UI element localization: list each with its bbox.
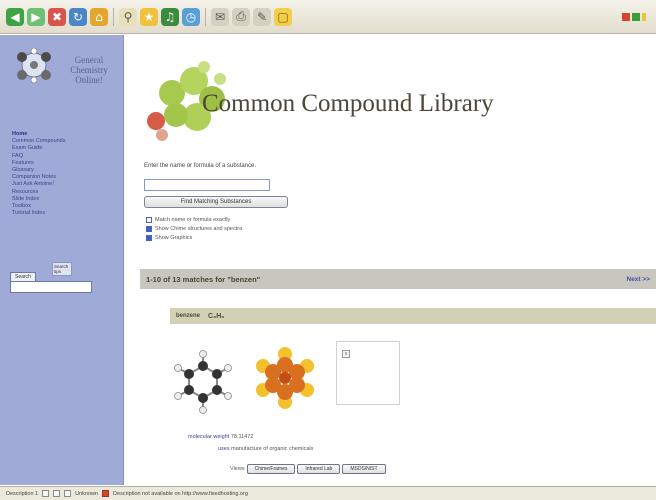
- sidebar-search: Search Search tips: [10, 262, 94, 293]
- uses-value: manufacture of organic chemicals: [231, 446, 314, 452]
- status-message: Description not available on http://www.…: [113, 490, 248, 497]
- stop-icon[interactable]: ✖: [48, 7, 66, 26]
- site-logo[interactable]: General Chemistry Online!: [8, 43, 116, 87]
- main-content: Common Compound Library Enter the name o…: [130, 35, 656, 485]
- broken-image-icon: x: [342, 350, 350, 358]
- find-matching-button[interactable]: Find Matching Substances: [144, 196, 288, 208]
- search-options: Match name or formula exactly Show Chime…: [146, 215, 242, 242]
- molecular-weight-value: 78.11472: [230, 434, 254, 440]
- logo-molecule-icon: [17, 47, 51, 84]
- page-title: Common Compound Library: [202, 90, 494, 117]
- show-chime-checkbox[interactable]: [146, 225, 152, 232]
- folder-icon[interactable]: ▢: [274, 7, 292, 26]
- sidebar: General Chemistry Online! Home Common Co…: [0, 35, 124, 485]
- views-label: Views: [230, 466, 245, 472]
- browser-toolbar: ◀ ▶ ✖ ↻ ⌂ ⚲ ★ ♫ ◷ ✉ ⎙ ✎ ▢: [0, 0, 656, 34]
- sidebar-item-exam-guide[interactable]: Exam Guide: [12, 145, 116, 152]
- sidebar-item-resources[interactable]: Resources: [12, 189, 116, 196]
- sidebar-item-glossary[interactable]: Glossary: [12, 167, 116, 174]
- zone-icon: [53, 490, 61, 497]
- mail-icon[interactable]: ✉: [211, 7, 229, 26]
- search-icon[interactable]: ⚲: [119, 7, 137, 26]
- edit-icon[interactable]: ✎: [253, 7, 271, 26]
- option-label: Show Graphics: [155, 234, 193, 241]
- option-label: Show Chime structures and spectra: [155, 225, 243, 232]
- toolbar-separator: [113, 7, 114, 26]
- sidebar-item-faq[interactable]: FAQ: [12, 153, 116, 160]
- status-zone: Unknown: [75, 490, 99, 497]
- sidebar-item-tutorial-index[interactable]: Tutorial Index: [12, 210, 116, 217]
- refresh-icon[interactable]: ↻: [69, 7, 87, 26]
- compound-formula: C₆H₆: [208, 312, 225, 320]
- sidebar-item-toolbox[interactable]: Toolbox: [12, 203, 116, 210]
- search-prompt: Enter the name or formula of a substance…: [144, 163, 257, 169]
- sidebar-search-input[interactable]: [10, 281, 92, 293]
- sidebar-item-just-ask-antoine[interactable]: Just Ask Antoine!: [12, 181, 116, 188]
- exact-match-checkbox[interactable]: [146, 216, 152, 223]
- history-icon[interactable]: ◷: [182, 7, 200, 26]
- option-show-chime[interactable]: Show Chime structures and spectra: [146, 224, 242, 233]
- molecular-weight: molecular weight 78.11472: [188, 434, 253, 440]
- infrared-lab-button[interactable]: Infrared Lab: [297, 464, 341, 474]
- compound-search-input[interactable]: [144, 179, 270, 191]
- ball-and-stick-model-icon: [174, 350, 232, 414]
- sidebar-item-common-compounds[interactable]: Common Compounds: [12, 138, 116, 145]
- option-exact-match[interactable]: Match name or formula exactly: [146, 215, 242, 224]
- results-count: 1-10 of 13 matches for "benzen": [146, 274, 261, 284]
- warning-icon: [102, 490, 110, 497]
- space-filling-model-icon: [256, 347, 314, 409]
- favorites-icon[interactable]: ★: [140, 7, 158, 26]
- msds-nist-button[interactable]: MSDS/NIST: [342, 464, 386, 474]
- compound-entry-header: benzene C₆H₆: [170, 308, 656, 324]
- molecular-weight-label[interactable]: molecular weight: [188, 434, 229, 440]
- sidebar-item-companion-notes[interactable]: Companion Notes: [12, 174, 116, 181]
- media-icon[interactable]: ♫: [161, 7, 179, 26]
- home-icon[interactable]: ⌂: [90, 7, 108, 26]
- privacy-icon: [64, 490, 72, 497]
- windows-flag-icon: [622, 8, 648, 26]
- compound-uses: uses manufacture of organic chemicals: [218, 446, 313, 452]
- back-icon[interactable]: ◀: [6, 7, 24, 26]
- sidebar-nav: Home Common Compounds Exam Guide FAQ Fea…: [12, 131, 116, 217]
- chime-frames-button[interactable]: Chime/Frames: [246, 464, 296, 474]
- results-header: 1-10 of 13 matches for "benzen" Next >>: [140, 269, 656, 289]
- security-icon: [42, 490, 50, 497]
- browser-status-bar: Description 1 Unknown Description not av…: [0, 486, 656, 500]
- print-icon[interactable]: ⎙: [232, 7, 250, 26]
- forward-icon[interactable]: ▶: [27, 7, 45, 26]
- sidebar-item-home[interactable]: Home: [12, 131, 116, 138]
- compound-name[interactable]: benzene: [176, 313, 200, 319]
- view-buttons-row: Views Chime/Frames Infrared Lab MSDS/NIS…: [230, 464, 388, 474]
- option-show-graphics[interactable]: Show Graphics: [146, 233, 242, 242]
- sidebar-item-slide-index[interactable]: Slide Index: [12, 196, 116, 203]
- logo-text: General Chemistry Online!: [70, 55, 108, 85]
- sidebar-item-features[interactable]: Features: [12, 160, 116, 167]
- uses-label[interactable]: uses: [218, 446, 230, 452]
- next-page-link[interactable]: Next >>: [627, 276, 651, 283]
- show-graphics-checkbox[interactable]: [146, 234, 152, 241]
- search-tips-link[interactable]: Search tips: [52, 262, 72, 276]
- toolbar-separator: [205, 7, 206, 26]
- option-label: Match name or formula exactly: [155, 216, 231, 223]
- status-left-text: Description 1: [6, 490, 39, 497]
- chime-applet[interactable]: x: [336, 341, 400, 405]
